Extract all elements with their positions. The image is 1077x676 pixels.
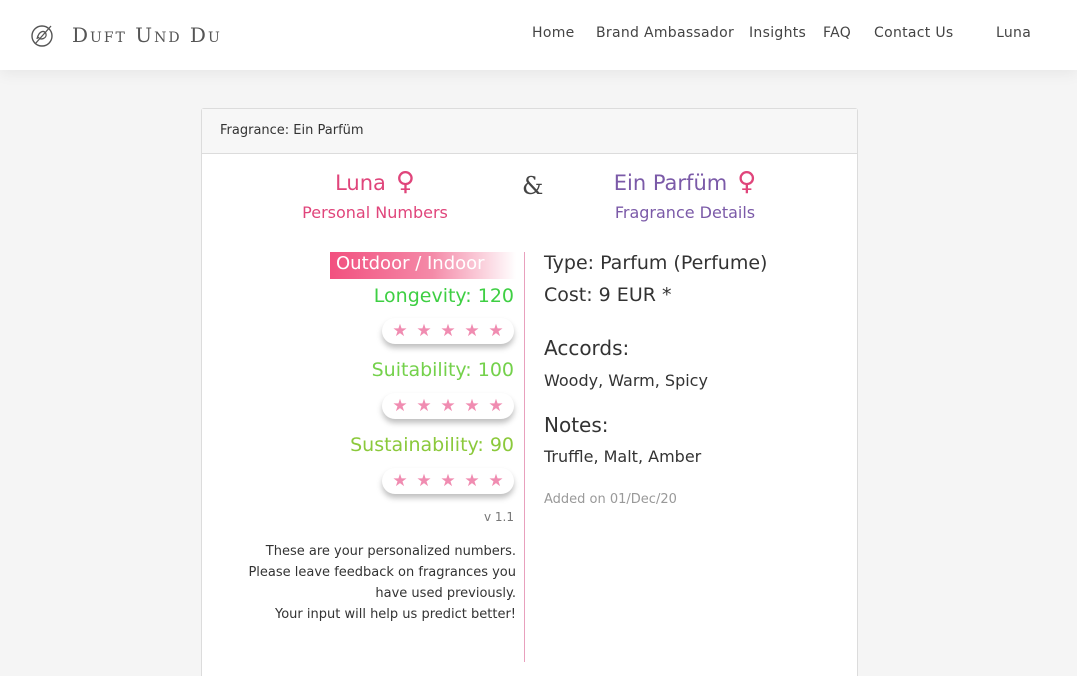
star-icon[interactable]: ★ xyxy=(392,471,407,491)
fragrance-card: Fragrance: Ein Parfüm Luna ♀ Personal Num… xyxy=(201,108,858,676)
nav-home[interactable]: Home xyxy=(532,25,575,41)
sustainability-label: Sustainability: 90 xyxy=(350,434,514,456)
star-icon[interactable]: ★ xyxy=(440,396,455,416)
nav-faq[interactable]: FAQ xyxy=(823,25,851,41)
user-name: Luna xyxy=(335,171,386,195)
nav-links: Home Brand Ambassador Insights FAQ Conta… xyxy=(0,25,1077,45)
accords-list: Woody, Warm, Spicy xyxy=(544,371,708,390)
user-title-block: Luna ♀ Personal Numbers xyxy=(272,167,478,222)
star-icon[interactable]: ★ xyxy=(392,321,407,341)
star-icon[interactable]: ★ xyxy=(488,321,503,341)
fragrance-type: Type: Parfum (Perfume) xyxy=(544,252,768,274)
star-icon[interactable]: ★ xyxy=(488,471,503,491)
star-icon[interactable]: ★ xyxy=(464,321,479,341)
help-line: Your input will help us predict better! xyxy=(275,607,516,622)
longevity-star-rating[interactable]: ★ ★ ★ ★ ★ xyxy=(382,318,514,344)
female-symbol-icon: ♀ xyxy=(737,167,757,197)
suitability-star-rating[interactable]: ★ ★ ★ ★ ★ xyxy=(382,393,514,419)
help-line: have used previously. xyxy=(375,586,516,601)
nav-user-menu[interactable]: Luna xyxy=(996,25,1031,41)
longevity-label: Longevity: 120 xyxy=(373,285,514,307)
fragrance-cost: Cost: 9 EUR * xyxy=(544,284,672,306)
star-icon[interactable]: ★ xyxy=(464,396,479,416)
column-divider xyxy=(524,252,525,662)
personal-numbers-subtitle: Personal Numbers xyxy=(302,203,448,222)
version-label: v 1.1 xyxy=(484,510,514,524)
star-icon[interactable]: ★ xyxy=(392,396,407,416)
ampersand: & xyxy=(522,172,544,200)
card-header: Fragrance: Ein Parfüm xyxy=(202,109,857,154)
suitability-label: Suitability: 100 xyxy=(371,359,514,381)
notes-heading: Notes: xyxy=(544,413,609,437)
star-icon[interactable]: ★ xyxy=(488,396,503,416)
female-symbol-icon: ♀ xyxy=(395,167,415,197)
star-icon[interactable]: ★ xyxy=(440,321,455,341)
accords-heading: Accords: xyxy=(544,336,630,360)
notes-list: Truffle, Malt, Amber xyxy=(544,447,702,466)
fragrance-name: Ein Parfüm xyxy=(613,171,728,195)
outdoor-indoor-toggle[interactable]: Outdoor / Indoor xyxy=(330,252,516,279)
personalized-help-text: These are your personalized numbers. Ple… xyxy=(232,541,516,625)
nav-contact-us[interactable]: Contact Us xyxy=(874,25,953,41)
help-line: These are your personalized numbers. xyxy=(265,544,516,559)
star-icon[interactable]: ★ xyxy=(416,321,431,341)
top-navbar: Duft Und Du Home Brand Ambassador Insigh… xyxy=(0,0,1077,70)
fragrance-details-subtitle: Fragrance Details xyxy=(614,203,756,222)
star-icon[interactable]: ★ xyxy=(416,471,431,491)
sustainability-star-rating[interactable]: ★ ★ ★ ★ ★ xyxy=(382,468,514,494)
nav-insights[interactable]: Insights xyxy=(749,25,806,41)
star-icon[interactable]: ★ xyxy=(416,396,431,416)
fragrance-title-block: Ein Parfüm ♀ Fragrance Details xyxy=(592,167,778,222)
help-line: Please leave feedback on fragrances you xyxy=(248,565,516,580)
nav-brand-ambassador[interactable]: Brand Ambassador xyxy=(596,25,734,41)
star-icon[interactable]: ★ xyxy=(440,471,455,491)
added-date: Added on 01/Dec/20 xyxy=(544,492,677,507)
star-icon[interactable]: ★ xyxy=(464,471,479,491)
